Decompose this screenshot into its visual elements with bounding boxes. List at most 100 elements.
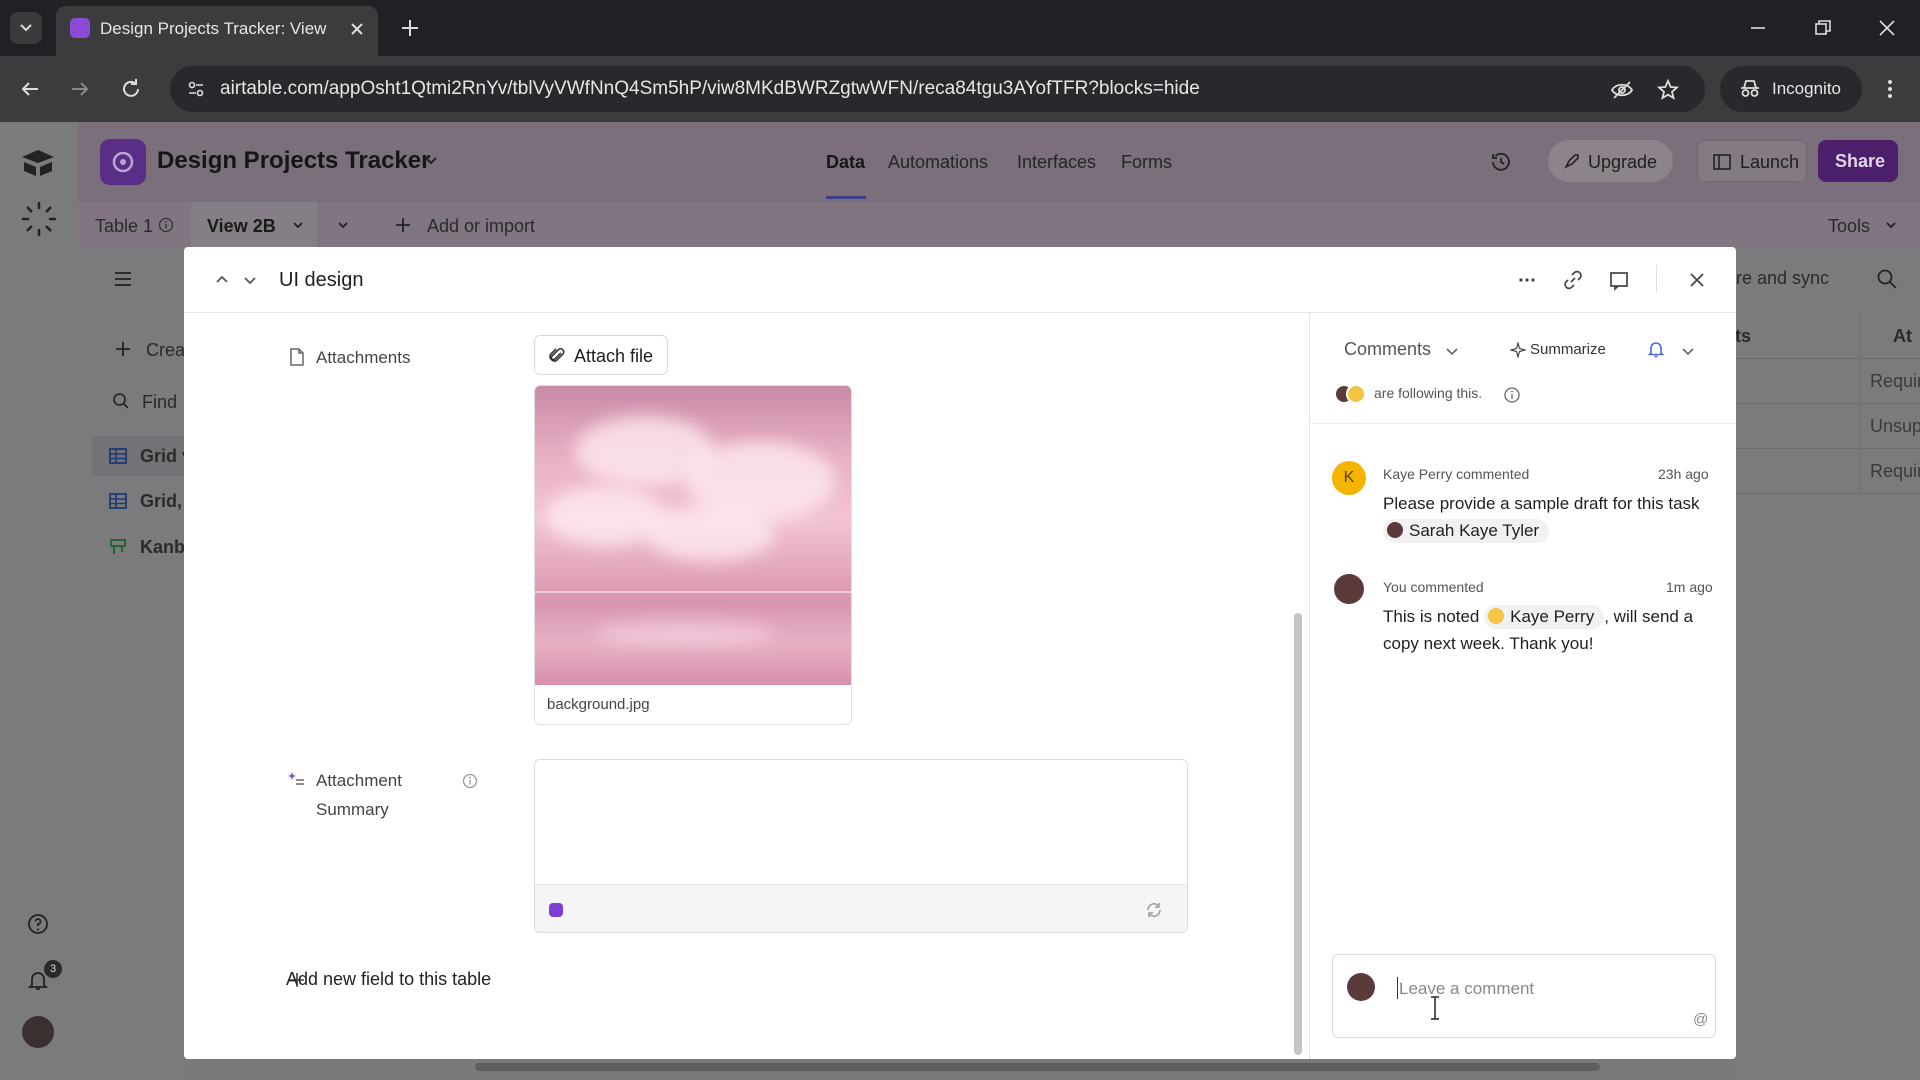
- share-button[interactable]: Share: [1818, 140, 1898, 182]
- panel-divider: [1309, 313, 1310, 1059]
- comments-panel-toggle-icon[interactable]: [1608, 269, 1630, 291]
- minimize-icon[interactable]: [1748, 18, 1768, 38]
- launch-icon: [1713, 154, 1731, 170]
- previous-record-chevron-up-icon[interactable]: [214, 272, 230, 288]
- grid-line: [1735, 448, 1920, 449]
- bookmark-star-icon[interactable]: [1656, 78, 1680, 102]
- nav-tab-interfaces[interactable]: Interfaces: [1017, 152, 1096, 173]
- add-icon[interactable]: [394, 216, 412, 234]
- grid-view-icon: [109, 493, 127, 509]
- comments-dropdown[interactable]: Comments: [1344, 339, 1431, 360]
- record-title[interactable]: UI design: [279, 269, 364, 292]
- share-and-sync-button[interactable]: re and sync: [1736, 268, 1829, 289]
- tools-chevron-icon[interactable]: [1884, 218, 1898, 232]
- incognito-icon: [1741, 80, 1759, 97]
- table-info-icon[interactable]: [158, 217, 174, 233]
- attachment-summary-field[interactable]: [534, 759, 1188, 933]
- next-record-chevron-down-icon[interactable]: [242, 272, 258, 288]
- comment-author: You commented: [1383, 579, 1484, 595]
- incognito-indicator[interactable]: Incognito: [1720, 66, 1862, 112]
- mention-chip[interactable]: Kaye Perry: [1484, 605, 1605, 629]
- mention-at-button[interactable]: @: [1693, 1011, 1708, 1028]
- mention-chip[interactable]: Sarah Kaye Tyler: [1383, 519, 1550, 543]
- notification-chevron-icon[interactable]: [1680, 343, 1696, 359]
- create-view-button[interactable]: Crea: [146, 340, 185, 361]
- workspace-spinner-icon[interactable]: [20, 200, 58, 238]
- site-info-icon[interactable]: [186, 79, 206, 99]
- airtable-logo-icon[interactable]: [20, 148, 56, 178]
- comment-placeholder: Leave a comment: [1399, 979, 1535, 998]
- table-bar: Table 1 View 2B Add or import Tools: [78, 202, 1920, 248]
- history-icon[interactable]: [1489, 150, 1513, 174]
- regenerate-icon[interactable]: [1145, 901, 1163, 919]
- notification-bell-icon[interactable]: [1646, 339, 1666, 359]
- table-tab[interactable]: Table 1: [95, 216, 153, 237]
- base-glyph-icon: [112, 151, 134, 173]
- nav-tab-data[interactable]: Data: [826, 152, 865, 173]
- tab-search-button[interactable]: [10, 12, 42, 44]
- add-or-import-button[interactable]: Add or import: [427, 216, 535, 237]
- tables-dropdown-icon[interactable]: [336, 218, 350, 232]
- tools-menu[interactable]: Tools: [1828, 216, 1870, 237]
- base-title[interactable]: Design Projects Tracker: [157, 147, 430, 175]
- grid-background: ts At Requir Unsup Requir: [1735, 310, 1920, 1080]
- browser-menu-icon[interactable]: [1878, 77, 1902, 101]
- following-info-icon[interactable]: [1503, 386, 1521, 404]
- grid-cell[interactable]: Unsup: [1870, 416, 1920, 437]
- restore-icon[interactable]: [1813, 18, 1833, 38]
- attachment-card[interactable]: background.jpg: [534, 385, 852, 725]
- view-chevron-icon[interactable]: [291, 218, 305, 232]
- upgrade-button[interactable]: Upgrade: [1548, 140, 1673, 182]
- add-new-field-button[interactable]: Add new field to this table: [286, 969, 491, 990]
- view-tab[interactable]: View 2B: [191, 202, 317, 248]
- close-icon[interactable]: [1686, 269, 1708, 291]
- grid-cell[interactable]: Requir: [1870, 461, 1920, 482]
- ai-assistant-icon[interactable]: [549, 903, 563, 917]
- sidebar-item-grid-view-2[interactable]: Grid,: [140, 491, 182, 512]
- fields-scrollbar[interactable]: [1294, 613, 1302, 1055]
- close-tab-icon[interactable]: [348, 20, 366, 38]
- attachment-field-icon: [290, 348, 304, 366]
- avatar-initial: K: [1343, 469, 1355, 486]
- attachment-thumbnail-image[interactable]: [535, 386, 851, 685]
- find-view-input[interactable]: Find: [142, 392, 177, 413]
- sidebar-item-kanban-view[interactable]: Kanb: [140, 537, 185, 558]
- forward-icon[interactable]: [68, 77, 92, 101]
- horizon-line: [535, 591, 851, 593]
- hamburger-menu-icon[interactable]: [112, 268, 134, 290]
- grid-cell[interactable]: Requir: [1870, 371, 1920, 392]
- field-info-icon[interactable]: [462, 773, 478, 789]
- help-icon[interactable]: [26, 912, 50, 936]
- nav-tab-automations[interactable]: Automations: [888, 152, 988, 173]
- comment-body: This is noted Kaye Perry , will send a c…: [1383, 603, 1723, 657]
- attach-file-button[interactable]: Attach file: [534, 335, 668, 375]
- comment-input[interactable]: Leave a comment @: [1332, 954, 1716, 1038]
- summary-footer: [535, 884, 1187, 932]
- summarize-label: Summarize: [1530, 341, 1606, 358]
- column-header[interactable]: ts: [1735, 326, 1751, 347]
- commenter-avatar: K: [1332, 461, 1366, 495]
- following-text: are following this.: [1374, 385, 1483, 401]
- tracking-protection-icon[interactable]: [1610, 78, 1634, 102]
- horizontal-scrollbar[interactable]: [475, 1063, 1600, 1071]
- user-avatar[interactable]: [22, 1016, 54, 1048]
- back-icon[interactable]: [18, 77, 42, 101]
- comments-chevron-down-icon[interactable]: [1444, 343, 1460, 359]
- column-header[interactable]: At: [1893, 326, 1912, 347]
- launch-button[interactable]: Launch: [1697, 140, 1807, 182]
- nav-tab-forms[interactable]: Forms: [1121, 152, 1172, 173]
- address-bar[interactable]: airtable.com/appOsht1Qtmi2RnYv/tblVyVWfN…: [170, 66, 1705, 112]
- search-icon[interactable]: [1876, 268, 1898, 290]
- mention-avatar: [1488, 608, 1505, 624]
- close-window-icon[interactable]: [1877, 18, 1897, 38]
- create-plus-icon[interactable]: [114, 340, 132, 358]
- copy-link-icon[interactable]: [1562, 269, 1584, 291]
- more-options-icon[interactable]: [1516, 269, 1538, 291]
- base-title-chevron-icon[interactable]: [422, 152, 440, 170]
- current-user-avatar: [1347, 973, 1375, 1001]
- base-icon[interactable]: [100, 139, 146, 185]
- summarize-button[interactable]: Summarize: [1530, 341, 1606, 358]
- new-tab-icon[interactable]: [398, 16, 422, 40]
- browser-tab[interactable]: Design Projects Tracker: View 2B: [56, 6, 378, 56]
- reload-icon[interactable]: [119, 77, 143, 101]
